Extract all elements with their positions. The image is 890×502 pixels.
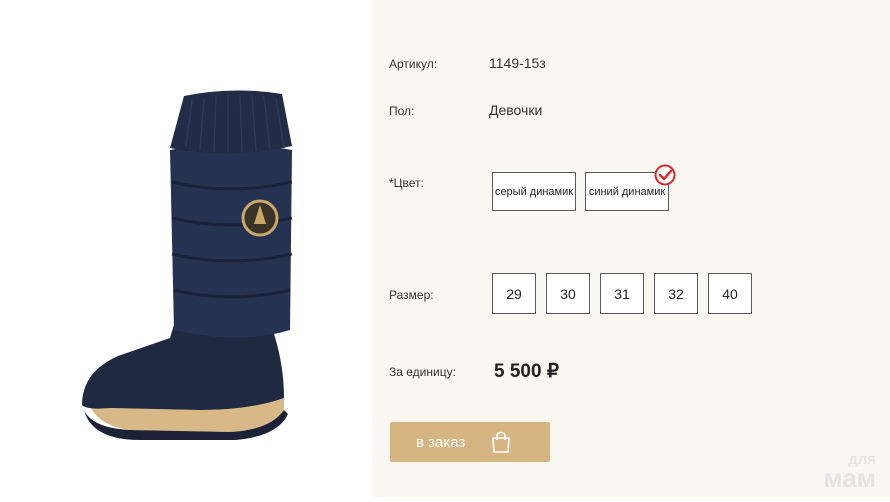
article-value: 1149-15з [489, 55, 546, 71]
boot-image [82, 90, 293, 440]
shopping-bag-icon [492, 431, 511, 453]
product-image-panel [0, 0, 372, 497]
size-option-29[interactable]: 29 [492, 273, 536, 314]
size-option-32[interactable]: 32 [654, 273, 698, 314]
size-option-31[interactable]: 31 [600, 273, 644, 314]
gender-value: Девочки [489, 102, 543, 118]
article-label: Артикул: [389, 57, 438, 71]
color-label: *Цвет: [389, 176, 424, 190]
size-option-40[interactable]: 40 [708, 273, 752, 314]
order-button-label: в заказ [416, 433, 466, 451]
watermark-logo: для мам [823, 451, 876, 493]
add-to-order-button[interactable]: в заказ [390, 422, 550, 462]
size-label: Размер: [389, 288, 434, 302]
selected-check-icon [654, 164, 676, 186]
size-option-30[interactable]: 30 [546, 273, 590, 314]
color-option-grey[interactable]: серый динамик [492, 172, 576, 211]
price-value: 5 500 ₽ [494, 361, 559, 382]
gender-label: Пол: [389, 104, 415, 118]
price-label: За единицу: [389, 365, 456, 379]
